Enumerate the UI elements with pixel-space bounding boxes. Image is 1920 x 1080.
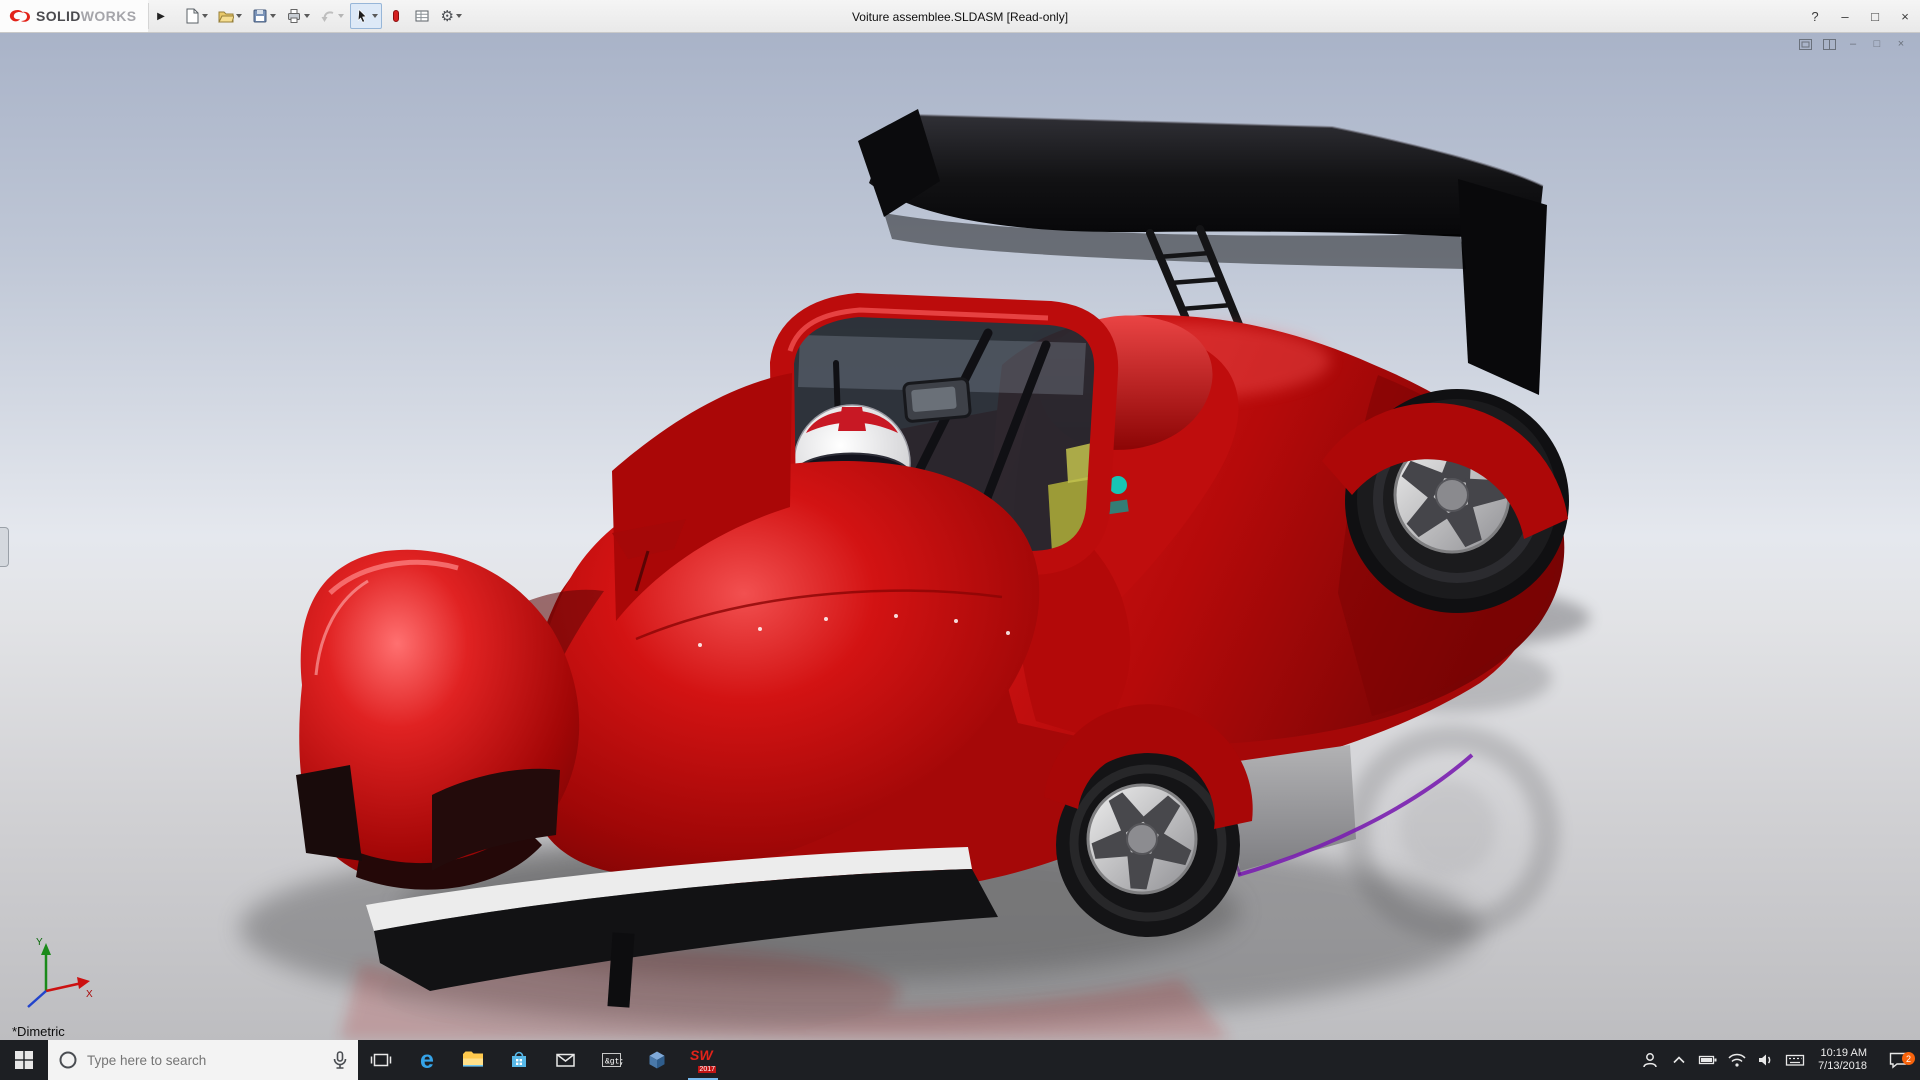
notification-badge: 2 [1902,1052,1915,1065]
windows-taskbar: e &gt;_ [0,1040,1920,1080]
chevron-up-icon [1671,1052,1687,1068]
dropdown-caret[interactable] [456,14,462,18]
battery-icon [1698,1052,1718,1068]
windows-logo-icon [14,1050,34,1070]
3d-viewer-button[interactable] [634,1040,680,1080]
edge-button[interactable]: e [404,1040,450,1080]
select-cursor-icon [354,8,370,24]
3d-cube-icon [646,1049,668,1071]
design-table-button[interactable] [410,3,434,29]
new-document-icon [184,8,200,24]
triad-y-label: Y [36,937,43,948]
undo-icon [320,8,336,24]
file-explorer-button[interactable] [450,1040,496,1080]
new-document-button[interactable] [180,3,212,29]
action-center-button[interactable]: 2 [1876,1049,1920,1071]
wing-endplate-right [1458,179,1547,395]
touch-keyboard-button[interactable] [1780,1040,1809,1080]
document-title: Voiture assemblee.SLDASM [Read-only] [852,0,1068,33]
save-button[interactable] [248,3,280,29]
wifi-icon [1727,1052,1747,1068]
microphone-icon[interactable] [331,1050,349,1070]
console-icon: &gt;_ [600,1049,623,1071]
undo-button[interactable] [316,3,348,29]
hidden-icons-button[interactable] [1664,1040,1693,1080]
appearance-button[interactable] [384,3,408,29]
brand-text: SOLIDWORKS [36,8,136,24]
volume-button[interactable] [1751,1040,1780,1080]
task-view-icon [370,1049,392,1071]
keyboard-icon [1785,1052,1805,1068]
network-button[interactable] [1722,1040,1751,1080]
clock-date: 7/13/2018 [1818,1060,1867,1073]
appearance-icon [388,8,404,24]
mail-button[interactable] [542,1040,588,1080]
dropdown-caret[interactable] [372,14,378,18]
app-titlebar: SOLIDWORKS ▶ [0,0,1920,33]
document-close-button[interactable]: × [1894,37,1908,51]
window-split-icon[interactable] [1822,37,1836,51]
document-restore-button[interactable]: □ [1870,37,1884,51]
store-bag-icon [508,1049,530,1071]
speaker-icon [1756,1051,1776,1069]
rear-view-mirror [903,378,970,421]
cortana-icon [57,1049,79,1071]
file-explorer-icon [461,1049,485,1071]
design-table-icon [414,8,430,24]
window-controls: ? – □ × [1800,0,1920,32]
people-icon [1640,1050,1660,1070]
system-tray: 10:19 AM 7/13/2018 2 [1635,1040,1920,1080]
document-window-controls: – □ × [1798,37,1908,51]
gear-icon: ⚙ [440,9,453,24]
mail-icon [554,1049,577,1071]
dropdown-caret[interactable] [270,14,276,18]
dropdown-caret[interactable] [304,14,310,18]
open-document-button[interactable] [214,3,246,29]
quick-access-toolbar: ⚙ [180,3,465,29]
help-button[interactable]: ? [1800,0,1830,32]
store-button[interactable] [496,1040,542,1080]
dropdown-caret[interactable] [338,14,344,18]
dropdown-caret[interactable] [202,14,208,18]
graphics-viewport[interactable]: Y X – □ × *Dimetric [0,33,1920,1040]
print-button[interactable] [282,3,314,29]
menu-expand-button[interactable]: ▶ [148,3,172,29]
orientation-triad: Y X [28,937,93,1007]
solidworks-2017-icon: SW 2017 [690,1047,716,1073]
open-folder-icon [218,8,234,24]
select-tool-button[interactable] [350,3,382,29]
console-prompt-glyph: &gt;_ [605,1058,623,1067]
close-button[interactable]: × [1890,0,1920,32]
dassault-ds-icon [8,7,32,25]
view-orientation-label: *Dimetric [12,1024,65,1039]
3d-scene-canvas[interactable]: Y X [0,33,1920,1040]
feature-panel-collapse-handle[interactable] [0,527,9,567]
people-button[interactable] [1635,1040,1664,1080]
battery-button[interactable] [1693,1040,1722,1080]
document-minimize-button[interactable]: – [1846,37,1860,51]
solidworks-taskbar-button[interactable]: SW 2017 [680,1040,726,1080]
dropdown-caret[interactable] [236,14,242,18]
triad-x-label: X [86,989,93,1000]
console-button[interactable]: &gt;_ [588,1040,634,1080]
task-view-button[interactable] [358,1040,404,1080]
start-button[interactable] [0,1040,48,1080]
edge-icon: e [420,1048,434,1073]
print-icon [286,8,302,24]
minimize-button[interactable]: – [1830,0,1860,32]
save-floppy-icon [252,8,268,24]
maximize-button[interactable]: □ [1860,0,1890,32]
clock-time: 10:19 AM [1818,1047,1867,1060]
taskbar-search[interactable] [48,1040,358,1080]
taskbar-clock[interactable]: 10:19 AM 7/13/2018 [1809,1047,1876,1073]
search-input[interactable] [87,1053,323,1068]
window-pane-icon[interactable] [1798,37,1812,51]
options-button[interactable]: ⚙ [436,3,465,29]
solidworks-logo: SOLIDWORKS [0,0,148,32]
